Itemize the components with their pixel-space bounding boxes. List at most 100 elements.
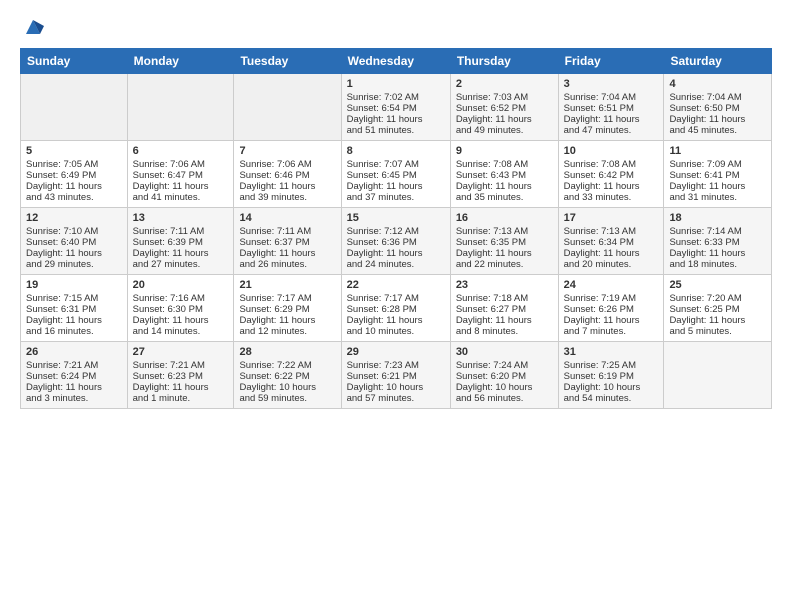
day-info-line: and 37 minutes. bbox=[347, 192, 445, 203]
calendar-cell: 6Sunrise: 7:06 AMSunset: 6:47 PMDaylight… bbox=[127, 141, 234, 208]
day-number: 29 bbox=[347, 346, 445, 358]
calendar-col-monday: Monday bbox=[127, 49, 234, 74]
day-info-line: and 41 minutes. bbox=[133, 192, 229, 203]
calendar-cell: 10Sunrise: 7:08 AMSunset: 6:42 PMDayligh… bbox=[558, 141, 664, 208]
day-info-line: Sunset: 6:21 PM bbox=[347, 371, 445, 382]
day-info-line: Daylight: 11 hours bbox=[669, 181, 766, 192]
day-number: 15 bbox=[347, 212, 445, 224]
day-info-line: and 8 minutes. bbox=[456, 326, 553, 337]
day-info-line: Sunrise: 7:19 AM bbox=[564, 293, 659, 304]
day-info-line: and 20 minutes. bbox=[564, 259, 659, 270]
day-info-line: and 18 minutes. bbox=[669, 259, 766, 270]
day-info-line: Sunrise: 7:21 AM bbox=[133, 360, 229, 371]
day-info-line: Sunrise: 7:08 AM bbox=[564, 159, 659, 170]
day-info-line: and 57 minutes. bbox=[347, 393, 445, 404]
day-info-line: Sunset: 6:22 PM bbox=[239, 371, 335, 382]
day-info-line: and 33 minutes. bbox=[564, 192, 659, 203]
day-info-line: Sunrise: 7:11 AM bbox=[239, 226, 335, 237]
day-number: 26 bbox=[26, 346, 122, 358]
day-info-line: and 49 minutes. bbox=[456, 125, 553, 136]
calendar-col-saturday: Saturday bbox=[664, 49, 772, 74]
calendar-week-4: 19Sunrise: 7:15 AMSunset: 6:31 PMDayligh… bbox=[21, 275, 772, 342]
day-info-line: Sunset: 6:35 PM bbox=[456, 237, 553, 248]
day-number: 23 bbox=[456, 279, 553, 291]
day-info-line: Daylight: 11 hours bbox=[564, 315, 659, 326]
day-number: 11 bbox=[669, 145, 766, 157]
calendar-cell: 20Sunrise: 7:16 AMSunset: 6:30 PMDayligh… bbox=[127, 275, 234, 342]
logo-icon bbox=[22, 16, 44, 38]
day-info-line: Daylight: 11 hours bbox=[669, 114, 766, 125]
calendar-cell: 17Sunrise: 7:13 AMSunset: 6:34 PMDayligh… bbox=[558, 208, 664, 275]
calendar-cell: 19Sunrise: 7:15 AMSunset: 6:31 PMDayligh… bbox=[21, 275, 128, 342]
day-number: 31 bbox=[564, 346, 659, 358]
day-info-line: Sunset: 6:46 PM bbox=[239, 170, 335, 181]
day-info-line: Sunset: 6:52 PM bbox=[456, 103, 553, 114]
day-info-line: Daylight: 11 hours bbox=[456, 114, 553, 125]
day-info-line: Sunset: 6:31 PM bbox=[26, 304, 122, 315]
day-info-line: Sunset: 6:42 PM bbox=[564, 170, 659, 181]
day-info-line: and 1 minute. bbox=[133, 393, 229, 404]
calendar-week-1: 1Sunrise: 7:02 AMSunset: 6:54 PMDaylight… bbox=[21, 74, 772, 141]
day-info-line: Daylight: 11 hours bbox=[564, 248, 659, 259]
day-info-line: Sunset: 6:39 PM bbox=[133, 237, 229, 248]
day-number: 10 bbox=[564, 145, 659, 157]
day-number: 25 bbox=[669, 279, 766, 291]
day-info-line: Daylight: 11 hours bbox=[239, 181, 335, 192]
day-info-line: Sunset: 6:19 PM bbox=[564, 371, 659, 382]
day-info-line: Sunrise: 7:07 AM bbox=[347, 159, 445, 170]
day-info-line: Daylight: 11 hours bbox=[347, 315, 445, 326]
day-info-line: Sunrise: 7:11 AM bbox=[133, 226, 229, 237]
day-info-line: Sunrise: 7:21 AM bbox=[26, 360, 122, 371]
day-info-line: Daylight: 11 hours bbox=[456, 248, 553, 259]
calendar-week-5: 26Sunrise: 7:21 AMSunset: 6:24 PMDayligh… bbox=[21, 342, 772, 409]
day-info-line: Sunrise: 7:25 AM bbox=[564, 360, 659, 371]
day-number: 24 bbox=[564, 279, 659, 291]
day-number: 30 bbox=[456, 346, 553, 358]
calendar-cell bbox=[664, 342, 772, 409]
day-info-line: and 51 minutes. bbox=[347, 125, 445, 136]
day-info-line: Sunset: 6:23 PM bbox=[133, 371, 229, 382]
calendar-col-friday: Friday bbox=[558, 49, 664, 74]
calendar-cell: 14Sunrise: 7:11 AMSunset: 6:37 PMDayligh… bbox=[234, 208, 341, 275]
calendar-cell: 29Sunrise: 7:23 AMSunset: 6:21 PMDayligh… bbox=[341, 342, 450, 409]
calendar-cell: 8Sunrise: 7:07 AMSunset: 6:45 PMDaylight… bbox=[341, 141, 450, 208]
day-info-line: and 39 minutes. bbox=[239, 192, 335, 203]
day-info-line: and 24 minutes. bbox=[347, 259, 445, 270]
day-number: 2 bbox=[456, 78, 553, 90]
calendar-cell: 2Sunrise: 7:03 AMSunset: 6:52 PMDaylight… bbox=[450, 74, 558, 141]
calendar-cell: 13Sunrise: 7:11 AMSunset: 6:39 PMDayligh… bbox=[127, 208, 234, 275]
day-info-line: Sunrise: 7:23 AM bbox=[347, 360, 445, 371]
day-info-line: Sunset: 6:36 PM bbox=[347, 237, 445, 248]
calendar: SundayMondayTuesdayWednesdayThursdayFrid… bbox=[20, 48, 772, 409]
header bbox=[20, 16, 772, 38]
calendar-cell: 9Sunrise: 7:08 AMSunset: 6:43 PMDaylight… bbox=[450, 141, 558, 208]
day-info-line: and 47 minutes. bbox=[564, 125, 659, 136]
day-info-line: and 31 minutes. bbox=[669, 192, 766, 203]
day-info-line: Sunrise: 7:24 AM bbox=[456, 360, 553, 371]
day-info-line: and 29 minutes. bbox=[26, 259, 122, 270]
day-info-line: Sunset: 6:54 PM bbox=[347, 103, 445, 114]
day-info-line: Sunset: 6:47 PM bbox=[133, 170, 229, 181]
calendar-col-wednesday: Wednesday bbox=[341, 49, 450, 74]
day-number: 13 bbox=[133, 212, 229, 224]
calendar-cell: 30Sunrise: 7:24 AMSunset: 6:20 PMDayligh… bbox=[450, 342, 558, 409]
day-info-line: Sunrise: 7:06 AM bbox=[239, 159, 335, 170]
day-info-line: Sunrise: 7:15 AM bbox=[26, 293, 122, 304]
day-info-line: Daylight: 11 hours bbox=[239, 315, 335, 326]
calendar-cell: 27Sunrise: 7:21 AMSunset: 6:23 PMDayligh… bbox=[127, 342, 234, 409]
day-info-line: Sunrise: 7:14 AM bbox=[669, 226, 766, 237]
day-info-line: and 26 minutes. bbox=[239, 259, 335, 270]
day-info-line: Sunrise: 7:18 AM bbox=[456, 293, 553, 304]
day-info-line: Sunrise: 7:10 AM bbox=[26, 226, 122, 237]
calendar-col-sunday: Sunday bbox=[21, 49, 128, 74]
calendar-cell bbox=[234, 74, 341, 141]
day-info-line: and 27 minutes. bbox=[133, 259, 229, 270]
day-info-line: Sunrise: 7:13 AM bbox=[564, 226, 659, 237]
day-number: 16 bbox=[456, 212, 553, 224]
calendar-cell: 5Sunrise: 7:05 AMSunset: 6:49 PMDaylight… bbox=[21, 141, 128, 208]
day-info-line: Sunrise: 7:17 AM bbox=[347, 293, 445, 304]
day-info-line: Sunrise: 7:04 AM bbox=[564, 92, 659, 103]
day-info-line: and 16 minutes. bbox=[26, 326, 122, 337]
day-info-line: Sunset: 6:43 PM bbox=[456, 170, 553, 181]
day-info-line: Daylight: 11 hours bbox=[133, 382, 229, 393]
